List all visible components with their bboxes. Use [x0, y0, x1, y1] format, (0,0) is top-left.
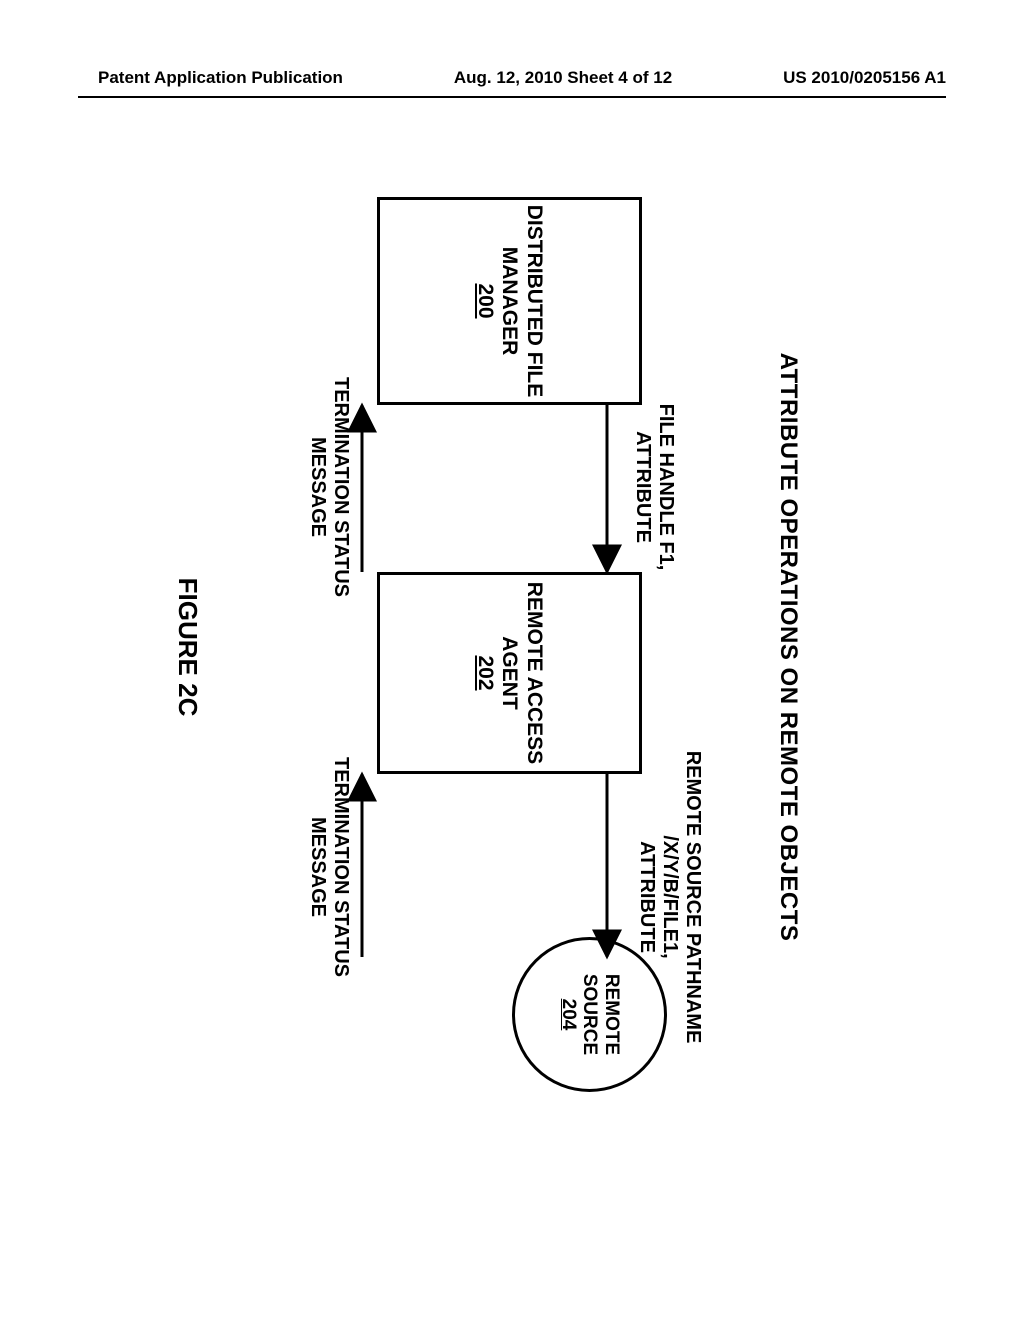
diagram-title: ATTRIBUTE OPERATIONS ON REMOTE OBJECTS [774, 177, 802, 1117]
node-rs-ref: 204 [557, 999, 579, 1031]
diagram-rotated-wrap: ATTRIBUTE OPERATIONS ON REMOTE OBJECTS [162, 177, 822, 1117]
label-rs-to-raa-line1: TERMINATION STATUS [329, 737, 352, 997]
node-dfm-ref: 200 [473, 283, 497, 318]
node-distributed-file-manager: DISTRIBUTED FILE MANAGER 200 [377, 197, 642, 405]
node-raa-label: REMOTE ACCESS AGENT [497, 575, 545, 771]
header-rule [78, 96, 946, 98]
page-header: Patent Application Publication Aug. 12, … [0, 68, 1024, 88]
node-raa-ref: 202 [473, 655, 497, 690]
label-rs-to-raa: TERMINATION STATUS MESSAGE [306, 737, 352, 997]
label-raa-to-rs: REMOTE SOURCE PATHNAME /X/Y/B/FILE1, ATT… [635, 737, 704, 1057]
label-raa-to-dfm-line1: TERMINATION STATUS [329, 357, 352, 617]
diagram: ATTRIBUTE OPERATIONS ON REMOTE OBJECTS [162, 177, 822, 1117]
label-raa-to-dfm: TERMINATION STATUS MESSAGE [306, 357, 352, 617]
header-center: Aug. 12, 2010 Sheet 4 of 12 [454, 68, 672, 88]
node-remote-access-agent: REMOTE ACCESS AGENT 202 [377, 572, 642, 774]
header-right: US 2010/0205156 A1 [783, 68, 946, 88]
figure-label: FIGURE 2C [172, 177, 203, 1117]
node-dfm-label: DISTRIBUTED FILE MANAGER [497, 200, 545, 402]
page: Patent Application Publication Aug. 12, … [0, 0, 1024, 1320]
label-dfm-to-raa: FILE HANDLE F1, ATTRIBUTE [631, 387, 677, 587]
label-raa-to-rs-line3: ATTRIBUTE [635, 737, 658, 1057]
label-rs-to-raa-line2: MESSAGE [306, 737, 329, 997]
label-raa-to-dfm-line2: MESSAGE [306, 357, 329, 617]
label-dfm-to-raa-line2: ATTRIBUTE [631, 387, 654, 587]
label-dfm-to-raa-line1: FILE HANDLE F1, [654, 387, 677, 587]
node-rs-label: REMOTE SOURCE [579, 940, 623, 1089]
label-raa-to-rs-line2: /X/Y/B/FILE1, [658, 737, 681, 1057]
label-raa-to-rs-line1: REMOTE SOURCE PATHNAME [681, 737, 704, 1057]
header-left: Patent Application Publication [98, 68, 343, 88]
